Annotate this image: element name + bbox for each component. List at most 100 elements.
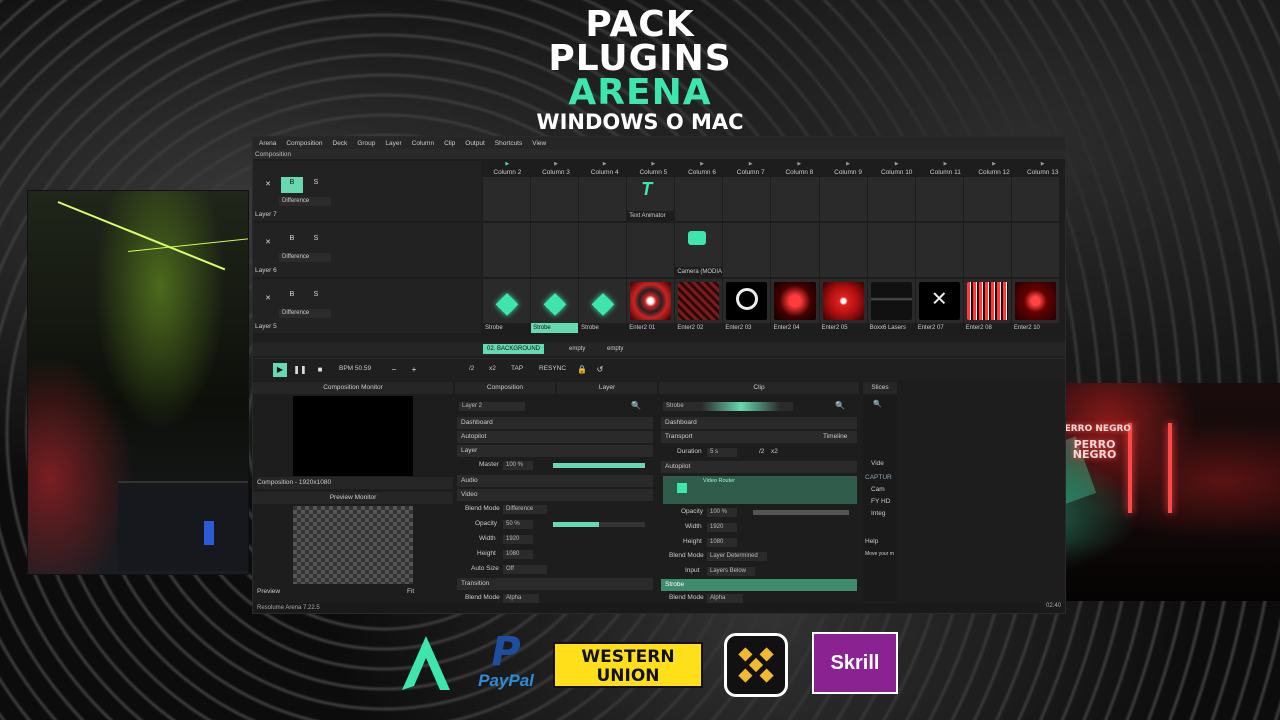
preview-monitor[interactable]	[293, 506, 413, 584]
layer-section-layer[interactable]: Layer	[457, 445, 653, 457]
tab-composition[interactable]: Composition	[455, 382, 555, 394]
menu-group[interactable]: Group	[357, 140, 375, 147]
column-header[interactable]: Column 8	[775, 161, 824, 177]
play-icon[interactable]: ▶	[273, 363, 287, 377]
layer-blend-dropdown[interactable]: Difference	[279, 197, 331, 206]
menu-clip[interactable]: Clip	[444, 140, 455, 147]
layer-section-video[interactable]: Video	[457, 489, 653, 501]
height-value[interactable]: 1080	[503, 550, 533, 559]
opacity-slider[interactable]	[553, 522, 645, 527]
autosize-dropdown[interactable]: Off	[503, 565, 547, 574]
clip-height-value[interactable]: 1080	[707, 538, 737, 547]
tempo-double-button[interactable]: x2	[489, 365, 496, 372]
layer-bypass-button[interactable]: B	[281, 177, 303, 193]
strobe-blend-dropdown[interactable]: Alpha	[707, 594, 743, 603]
clip-slot[interactable]: Strobe	[531, 279, 579, 333]
menu-shortcuts[interactable]: Shortcuts	[495, 140, 522, 147]
clip-slot[interactable]	[963, 223, 1011, 277]
composition-row[interactable]: Composition	[253, 149, 1065, 159]
column-header[interactable]: Column 12	[970, 161, 1019, 177]
stop-icon[interactable]: ■	[313, 363, 327, 377]
clip-slot[interactable]	[1011, 177, 1059, 221]
layer-solo-button[interactable]: S	[305, 233, 327, 245]
clip-slot[interactable]	[867, 223, 915, 277]
tab-clip[interactable]: Clip	[659, 382, 859, 394]
clip-opacity-slider[interactable]	[753, 510, 849, 515]
clip-slot[interactable]	[819, 177, 867, 221]
blend-mode-dropdown[interactable]: Difference	[503, 505, 547, 514]
bpm-plus-button[interactable]: +	[407, 363, 421, 377]
clip-blend-dropdown[interactable]: Layer Determined	[707, 552, 767, 561]
clip-slot[interactable]	[915, 223, 963, 277]
clip-slot[interactable]	[819, 223, 867, 277]
bpm-readout[interactable]: BPM 50.59	[339, 365, 371, 372]
search-icon[interactable]: 🔍	[631, 401, 641, 410]
layer-bypass-button[interactable]: B	[281, 289, 303, 301]
clip-slot[interactable]	[771, 177, 819, 221]
clip-slot[interactable]	[531, 223, 579, 277]
duration-double-button[interactable]: x2	[771, 446, 778, 458]
menu-composition[interactable]: Composition	[286, 140, 322, 147]
layer-blend-dropdown[interactable]: Difference	[279, 253, 331, 262]
clip-slot[interactable]	[1011, 223, 1059, 277]
clip-section-autopilot[interactable]: Autopilot	[661, 461, 857, 473]
column-header[interactable]: Column 7	[726, 161, 775, 177]
clip-slot[interactable]	[579, 177, 627, 221]
clip-slot[interactable]	[867, 177, 915, 221]
search-icon[interactable]: 🔍	[835, 401, 845, 410]
preview-fit-dropdown[interactable]: Fit	[407, 586, 414, 598]
column-header[interactable]: Column 2	[483, 161, 532, 177]
column-header[interactable]: Column 6	[678, 161, 727, 177]
column-header[interactable]: Column 10	[872, 161, 921, 177]
clip-slot[interactable]	[483, 223, 531, 277]
clip-slot[interactable]	[915, 177, 963, 221]
tab-layer[interactable]: Layer	[557, 382, 657, 394]
master-value[interactable]: 100 %	[503, 461, 533, 470]
clip-slot[interactable]	[531, 177, 579, 221]
clip-slot[interactable]	[627, 223, 675, 277]
layer-clear-button[interactable]: ✕	[257, 179, 279, 191]
column-header[interactable]: Column 3	[532, 161, 581, 177]
opacity-value[interactable]: 50 %	[503, 520, 533, 529]
layer-section-dashboard[interactable]: Dashboard	[457, 417, 653, 429]
search-icon[interactable]: 🔍	[873, 400, 882, 408]
column-header[interactable]: Column 11	[921, 161, 970, 177]
clip-slot[interactable]: T Text Animator	[627, 177, 675, 221]
slices-item[interactable]: FY HD	[871, 496, 890, 508]
tab-slices[interactable]: Slices	[863, 382, 897, 394]
tap-button[interactable]: TAP	[511, 365, 523, 372]
layer-clear-button[interactable]: ✕	[257, 237, 279, 249]
composition-monitor[interactable]	[293, 396, 413, 476]
layer-blend-dropdown[interactable]: Difference	[279, 309, 331, 318]
clip-slot[interactable]: Enter2 08	[963, 279, 1011, 333]
deck-tab-empty[interactable]: empty	[603, 344, 627, 354]
clip-name-field[interactable]: Strobe	[663, 402, 793, 411]
menu-layer[interactable]: Layer	[385, 140, 401, 147]
clip-slot[interactable]: Enter2 04	[771, 279, 819, 333]
duration-half-button[interactable]: /2	[759, 446, 764, 458]
pause-icon[interactable]: ❚❚	[293, 363, 307, 377]
duration-value[interactable]: 5 s	[707, 448, 737, 457]
slices-item[interactable]: Cam	[871, 484, 885, 496]
clip-slot[interactable]: Enter2 05	[819, 279, 867, 333]
clip-input-dropdown[interactable]: Layers Below	[707, 567, 755, 576]
clip-slot[interactable]	[963, 177, 1011, 221]
menu-column[interactable]: Column	[412, 140, 434, 147]
layer-section-transition[interactable]: Transition	[457, 578, 653, 590]
layer-solo-button[interactable]: S	[305, 177, 327, 189]
lock-icon[interactable]: 🔒	[575, 363, 589, 377]
slices-item[interactable]: Vide	[871, 458, 884, 470]
menu-output[interactable]: Output	[465, 140, 485, 147]
clip-slot[interactable]: Boxx6 Lasers	[867, 279, 915, 333]
clip-slot[interactable]: Enter2 03	[723, 279, 771, 333]
clip-slot[interactable]: Enter2 10	[1011, 279, 1059, 333]
column-header[interactable]: Column 5	[629, 161, 678, 177]
deck-tab-empty[interactable]: empty	[565, 344, 589, 354]
slices-item[interactable]: Integ	[871, 508, 885, 520]
clip-slot[interactable]: Enter2 01	[627, 279, 675, 333]
column-header[interactable]: Column 4	[580, 161, 629, 177]
column-header[interactable]: Column 13	[1018, 161, 1065, 177]
tempo-half-button[interactable]: /2	[469, 365, 474, 372]
clip-section-dashboard[interactable]: Dashboard	[661, 417, 857, 429]
deck-tab-background[interactable]: 02. BACKGROUND	[483, 344, 545, 354]
